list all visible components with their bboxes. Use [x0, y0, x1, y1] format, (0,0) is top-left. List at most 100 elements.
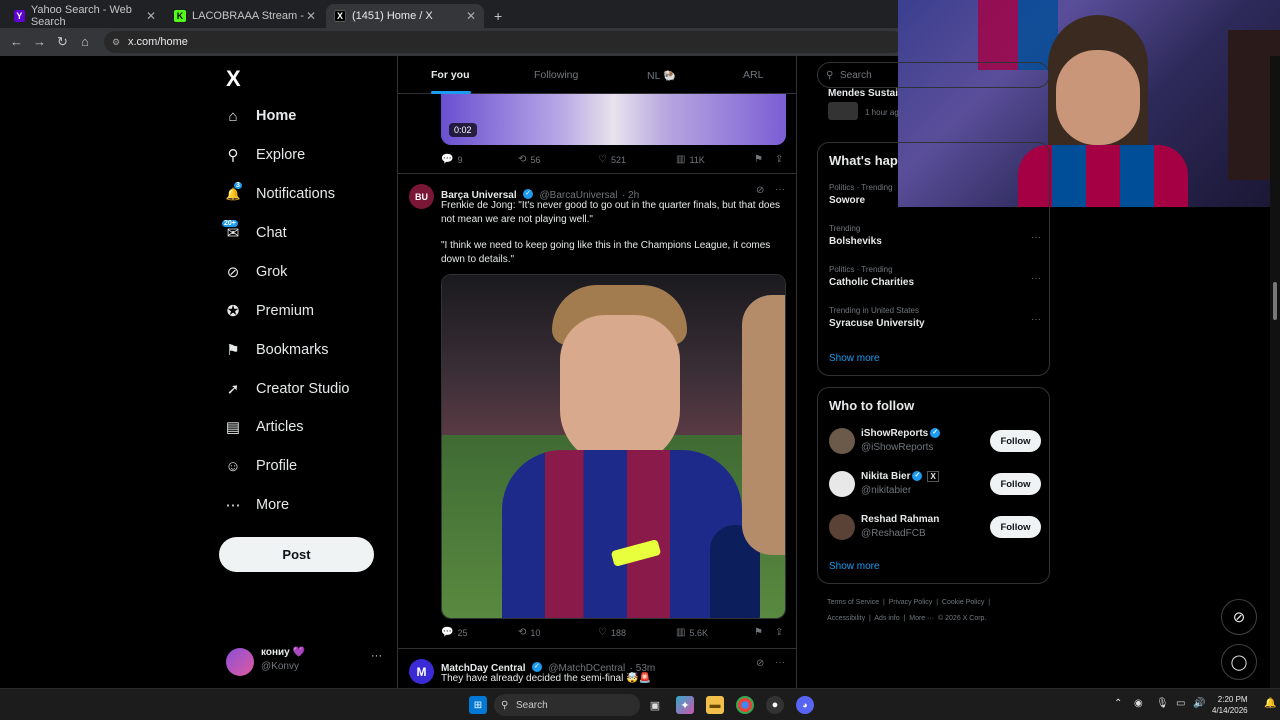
like-button[interactable]: ♡ 521 [598, 154, 626, 165]
follow-suggestion[interactable]: Nikita Bier ✓ X @nikitabier Follow [829, 469, 1041, 505]
file-explorer-icon[interactable]: ▬ [706, 696, 724, 714]
site-info-icon[interactable]: ⚙ [112, 37, 120, 48]
back-arrow-icon[interactable]: ← [10, 34, 23, 49]
system-clock[interactable]: 2:20 PM 4/14/2026 [1212, 694, 1248, 716]
nav-profile[interactable]: ☺ Profile [224, 451, 297, 481]
partial-item-title[interactable]: Mendes Sustai [828, 88, 898, 99]
repost-button[interactable]: ⟲ 56 [518, 154, 540, 165]
scrollbar-thumb[interactable] [1273, 282, 1277, 320]
avatar[interactable]: M [409, 659, 434, 684]
new-tab-button[interactable]: + [486, 4, 510, 28]
task-view-icon[interactable]: ▣ [646, 696, 664, 714]
tab-arl[interactable]: ARL [743, 69, 763, 81]
notification-center-icon[interactable]: 🔔 [1264, 698, 1276, 709]
close-tab-icon[interactable]: ✕ [466, 9, 476, 23]
nav-chat[interactable]: ✉ 20+ Chat [222, 218, 287, 248]
footer-link[interactable]: Cookie Policy [942, 599, 984, 606]
follow-show-more-link[interactable]: Show more [829, 561, 880, 572]
footer-link[interactable]: Accessibility [827, 615, 865, 622]
tab-nl[interactable]: NL 🐏 [647, 69, 676, 82]
close-tab-icon[interactable]: ✕ [306, 9, 316, 23]
trend-more-icon[interactable]: ··· [1031, 314, 1041, 325]
reply-button[interactable]: 💬 25 [441, 627, 467, 638]
footer-link[interactable]: Terms of Service [827, 599, 879, 606]
trend-more-icon[interactable]: ··· [1031, 232, 1041, 243]
tray-expand-icon[interactable]: ⌃ [1114, 698, 1122, 709]
trend-item[interactable]: Politics · Trending Sowore [829, 183, 1041, 206]
tray-app-icon[interactable]: ◉ [1134, 698, 1143, 709]
heart-icon: ♡ [598, 154, 607, 165]
views-button[interactable]: ▥ 5.6K [676, 627, 708, 638]
grok-icon[interactable]: ⊘ [756, 185, 764, 196]
nav-premium[interactable]: ✪ Premium [224, 296, 314, 326]
tweet-barca-universal[interactable]: BU Barça Universal ✓ @BarcaUniversal · 2… [398, 174, 796, 649]
page-scrollbar[interactable] [1270, 56, 1280, 688]
account-switcher[interactable]: кониу 💜 @Konvy ··· [226, 644, 396, 684]
grok-icon[interactable]: ⊘ [756, 658, 764, 669]
trend-item[interactable]: Trending in United States Syracuse Unive… [829, 306, 1041, 329]
nav-bookmarks[interactable]: ⚑ Bookmarks [224, 335, 328, 365]
tweet-photo[interactable] [441, 274, 786, 619]
x-logo-icon[interactable]: X [226, 66, 241, 92]
chrome-icon[interactable] [736, 696, 754, 714]
footer-link[interactable]: Ads info [874, 615, 899, 622]
reply-button[interactable]: 💬 9 [441, 154, 462, 165]
like-button[interactable]: ♡ 188 [598, 627, 626, 638]
network-icon[interactable]: ▭ [1176, 698, 1185, 709]
volume-icon[interactable]: 🔊 [1193, 698, 1205, 709]
tweet-matchday-central[interactable]: M MatchDay Central ✓ @MatchDCentral · 53… [398, 649, 796, 688]
nav-more[interactable]: ⋯ More [224, 490, 290, 520]
views-icon: ▥ [676, 627, 686, 638]
trend-item[interactable]: Trending Bolsheviks ··· [829, 224, 1041, 247]
taskbar-search[interactable]: ⚲ Search [494, 694, 640, 716]
search-input[interactable]: ⚲ Search [817, 62, 1050, 88]
footer-link[interactable]: Privacy Policy [889, 599, 933, 606]
post-button[interactable]: Post [219, 537, 374, 572]
follow-button[interactable]: Follow [990, 473, 1041, 495]
trend-more-icon[interactable]: ··· [1031, 273, 1041, 284]
copilot-icon[interactable]: ✦ [676, 696, 694, 714]
nav-articles[interactable]: ▤ Articles [224, 412, 304, 442]
browser-tab-kick[interactable]: K LACOBRAAA Stream - Watch L ✕ [166, 4, 324, 28]
grok-float-icon[interactable]: ⊘ [1221, 599, 1257, 635]
forward-arrow-icon[interactable]: → [33, 34, 46, 49]
footer-link[interactable]: More ··· [909, 615, 934, 622]
browser-tab-x[interactable]: X (1451) Home / X ✕ [326, 4, 484, 28]
trends-show-more-link[interactable]: Show more [829, 353, 880, 364]
follow-suggestion[interactable]: iShowReports ✓ @iShowReports Follow [829, 426, 1041, 462]
nav-explore[interactable]: ⚲ Explore [224, 140, 306, 170]
nav-grok[interactable]: ⊘ Grok [224, 257, 288, 287]
reload-icon[interactable]: ↻ [57, 34, 68, 50]
tweet-more-icon[interactable]: ··· [775, 657, 785, 668]
follow-button[interactable]: Follow [990, 516, 1041, 538]
bookmark-button[interactable]: ⚑ [754, 154, 767, 165]
tab-for-you[interactable]: For you [431, 69, 470, 81]
share-button[interactable]: ⇪ [775, 154, 787, 165]
avatar[interactable]: BU [409, 184, 434, 209]
account-more-icon[interactable]: ··· [371, 650, 382, 662]
url-field[interactable]: ⚙ x.com/home [104, 31, 904, 53]
browser-tab-yahoo[interactable]: Y Yahoo Search - Web Search ✕ [6, 4, 164, 28]
bookmark-button[interactable]: ⚑ [754, 627, 767, 638]
trend-meta: Politics · Trending [829, 183, 893, 192]
repost-button[interactable]: ⟲ 10 [518, 627, 540, 638]
tweet-previous[interactable]: 0:02 💬 9 ⟲ 56 ♡ 521 ▥ 11K ⚑ ⇪ [398, 94, 796, 174]
trend-item[interactable]: Politics · Trending Catholic Charities ·… [829, 265, 1041, 288]
messages-float-icon[interactable]: ◯ [1221, 644, 1257, 680]
tweet-more-icon[interactable]: ··· [775, 184, 785, 195]
follow-button[interactable]: Follow [990, 430, 1041, 452]
home-browser-icon[interactable]: ⌂ [81, 34, 89, 49]
nav-notifications[interactable]: 🔔 3 Notifications [224, 179, 335, 209]
microphone-icon[interactable]: 🎙 [1156, 698, 1169, 709]
discord-icon[interactable]: ◕ [796, 696, 814, 714]
tab-following[interactable]: Following [534, 69, 578, 81]
obs-icon[interactable]: ● [766, 696, 784, 714]
follow-suggestion[interactable]: Reshad Rahman @ReshadFCB Follow [829, 512, 1041, 548]
nav-home[interactable]: ⌂ Home [224, 101, 296, 131]
views-button[interactable]: ▥ 11K [676, 154, 705, 165]
video-thumbnail[interactable]: 0:02 [441, 94, 786, 145]
windows-start-icon[interactable]: ⊞ [469, 696, 487, 714]
nav-creator-studio[interactable]: ➚ Creator Studio [224, 374, 350, 404]
share-button[interactable]: ⇪ [775, 627, 787, 638]
close-tab-icon[interactable]: ✕ [146, 9, 156, 23]
